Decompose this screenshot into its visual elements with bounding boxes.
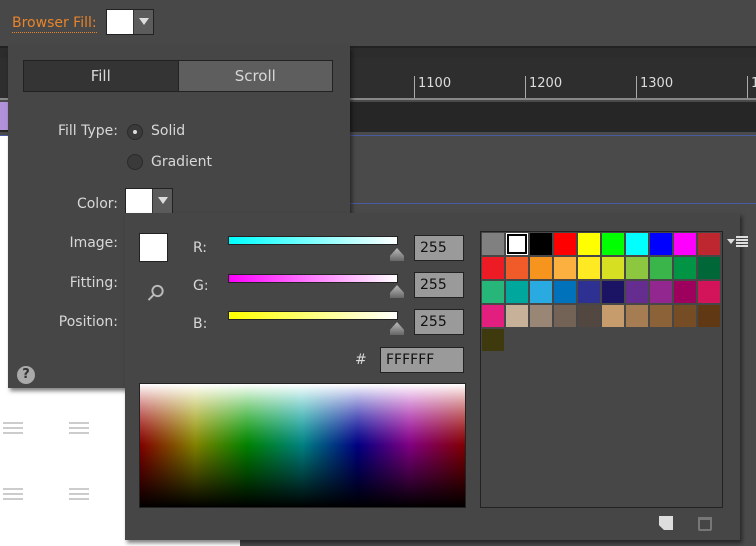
g-label: G: [193, 278, 209, 294]
color-swatch[interactable] [578, 257, 600, 279]
radio-solid[interactable] [127, 124, 143, 140]
color-swatch[interactable] [530, 233, 552, 255]
color-swatch[interactable] [482, 281, 504, 303]
r-input[interactable]: 255 [414, 235, 464, 261]
color-swatch[interactable] [578, 281, 600, 303]
color-swatch[interactable] [530, 305, 552, 327]
eyedropper-icon[interactable]: ⚲ [141, 279, 170, 308]
color-swatch[interactable] [698, 257, 720, 279]
tab-scroll[interactable]: Scroll [177, 61, 332, 91]
color-swatch[interactable] [650, 281, 672, 303]
color-label: Color: [76, 196, 118, 212]
color-swatch[interactable] [698, 281, 720, 303]
list-icon [69, 488, 89, 504]
color-swatch[interactable] [506, 305, 528, 327]
radio-gradient[interactable] [127, 154, 143, 170]
image-label: Image: [69, 235, 118, 251]
color-swatch[interactable] [554, 257, 576, 279]
g-slider-thumb[interactable] [390, 285, 404, 298]
color-swatch [107, 10, 134, 34]
list-icon [69, 422, 89, 438]
b-label: B: [193, 316, 208, 332]
ruler-label: 1 [747, 76, 756, 98]
color-swatch[interactable] [650, 305, 672, 327]
b-input[interactable]: 255 [414, 309, 464, 335]
g-slider[interactable] [228, 274, 398, 283]
color-preview [139, 233, 168, 262]
color-swatch[interactable] [482, 305, 504, 327]
b-slider[interactable] [228, 311, 398, 320]
tab-bar: Fill Scroll [23, 60, 333, 92]
color-swatch[interactable] [530, 281, 552, 303]
color-swatch[interactable] [578, 233, 600, 255]
trash-icon[interactable] [698, 517, 712, 531]
hash-label: # [355, 352, 367, 368]
r-slider-thumb[interactable] [390, 248, 404, 261]
color-swatch[interactable] [506, 281, 528, 303]
color-swatch[interactable] [578, 305, 600, 327]
color-swatch[interactable] [554, 305, 576, 327]
list-icon [3, 422, 23, 438]
position-label: Position: [58, 314, 118, 330]
color-swatch[interactable] [506, 233, 528, 255]
color-swatch[interactable] [626, 305, 648, 327]
hex-input[interactable]: FFFFFF [380, 347, 464, 373]
color-swatch[interactable] [650, 233, 672, 255]
color-swatch[interactable] [554, 233, 576, 255]
color-swatch[interactable] [626, 281, 648, 303]
solid-label[interactable]: Solid [151, 123, 185, 139]
color-swatch[interactable] [674, 233, 696, 255]
gradient-label[interactable]: Gradient [151, 154, 212, 170]
color-swatch[interactable] [698, 233, 720, 255]
color-swatch[interactable] [482, 233, 504, 255]
color-swatch[interactable] [602, 281, 624, 303]
ruler-label: 1300 [636, 76, 673, 98]
color-swatch[interactable] [602, 257, 624, 279]
color-swatch[interactable] [674, 257, 696, 279]
help-icon[interactable]: ? [17, 366, 35, 384]
color-swatch[interactable] [482, 329, 504, 351]
r-label: R: [193, 240, 208, 256]
chevron-down-icon [133, 10, 153, 34]
fitting-label: Fitting: [69, 275, 118, 291]
color-swatch[interactable] [674, 305, 696, 327]
g-input[interactable]: 255 [414, 272, 464, 298]
browser-fill-label[interactable]: Browser Fill: [12, 14, 97, 33]
list-icon [3, 488, 23, 504]
color-swatch[interactable] [626, 257, 648, 279]
r-slider[interactable] [228, 236, 398, 245]
color-swatch-button[interactable] [125, 188, 173, 214]
color-swatch[interactable] [530, 257, 552, 279]
color-swatch[interactable] [602, 233, 624, 255]
new-swatch-icon[interactable] [659, 516, 673, 530]
color-picker-panel: ⚲ R: 255 G: 255 B: 255 # FFFFFF [125, 213, 748, 540]
color-swatch[interactable] [698, 305, 720, 327]
palette-menu-icon[interactable] [727, 235, 749, 247]
ruler-label: 1100 [414, 76, 451, 98]
color-swatch[interactable] [650, 257, 672, 279]
color-swatch[interactable] [674, 281, 696, 303]
color-swatch[interactable] [554, 281, 576, 303]
color-swatch [126, 189, 153, 213]
color-spectrum[interactable] [139, 383, 466, 508]
browser-fill-swatch-button[interactable] [106, 9, 154, 35]
chevron-down-icon [152, 189, 172, 213]
ruler-label: 1200 [525, 76, 562, 98]
tab-fill[interactable]: Fill [24, 61, 178, 91]
color-swatch[interactable] [482, 257, 504, 279]
color-swatch[interactable] [506, 257, 528, 279]
fill-type-label: Fill Type: [57, 123, 118, 139]
color-swatch[interactable] [626, 233, 648, 255]
color-swatch[interactable] [602, 305, 624, 327]
b-slider-thumb[interactable] [390, 322, 404, 335]
swatch-palette [480, 231, 723, 508]
